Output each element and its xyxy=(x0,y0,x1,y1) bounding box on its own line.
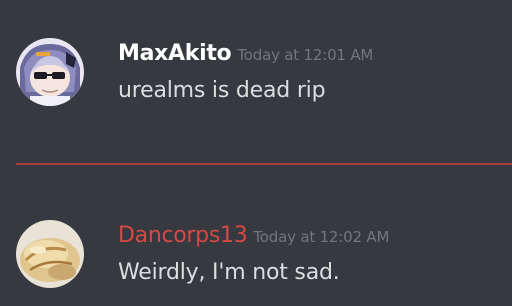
timestamp[interactable]: Today at 12:01 AM xyxy=(237,46,373,64)
message-header: MaxAkito Today at 12:01 AM xyxy=(118,40,373,69)
anime-character-avatar-icon xyxy=(16,38,84,106)
username[interactable]: Dancorps13 xyxy=(118,223,248,248)
new-messages-divider xyxy=(16,163,512,165)
message-content: Weirdly, I'm not sad. xyxy=(118,260,340,285)
avatar[interactable] xyxy=(16,38,84,106)
avatar[interactable] xyxy=(16,220,84,288)
username[interactable]: MaxAkito xyxy=(118,41,232,66)
message-content: urealms is dead rip xyxy=(118,78,326,103)
timestamp[interactable]: Today at 12:02 AM xyxy=(253,228,389,246)
message-header: Dancorps13 Today at 12:02 AM xyxy=(118,222,389,251)
bread-photo-avatar-icon xyxy=(16,220,84,288)
